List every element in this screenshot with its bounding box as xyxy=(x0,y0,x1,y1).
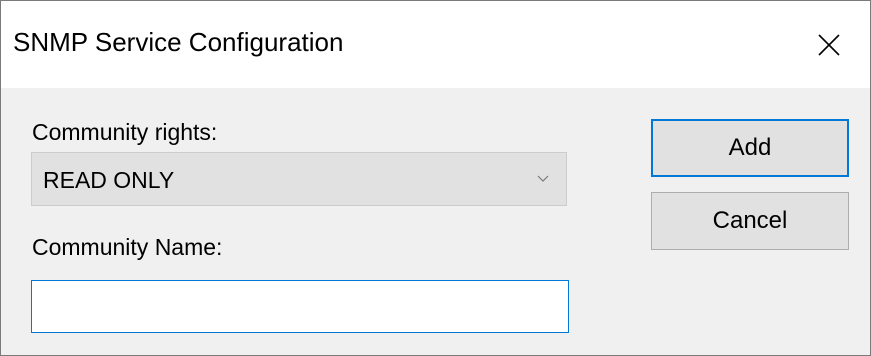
community-rights-label: Community rights: xyxy=(32,119,218,145)
cancel-button[interactable]: Cancel xyxy=(651,192,849,250)
close-icon xyxy=(818,34,840,56)
community-rights-dropdown[interactable]: READ ONLY xyxy=(31,152,567,206)
community-rights-selected-value: READ ONLY xyxy=(43,167,175,193)
chevron-down-icon xyxy=(537,175,549,182)
dialog-title: SNMP Service Configuration xyxy=(13,27,344,57)
community-name-input[interactable] xyxy=(31,280,569,333)
snmp-config-dialog: SNMP Service Configuration Community rig… xyxy=(0,0,871,356)
add-button[interactable]: Add xyxy=(651,119,849,177)
close-button[interactable] xyxy=(801,19,857,71)
community-name-label: Community Name: xyxy=(32,234,223,260)
title-bar: SNMP Service Configuration xyxy=(1,1,870,88)
